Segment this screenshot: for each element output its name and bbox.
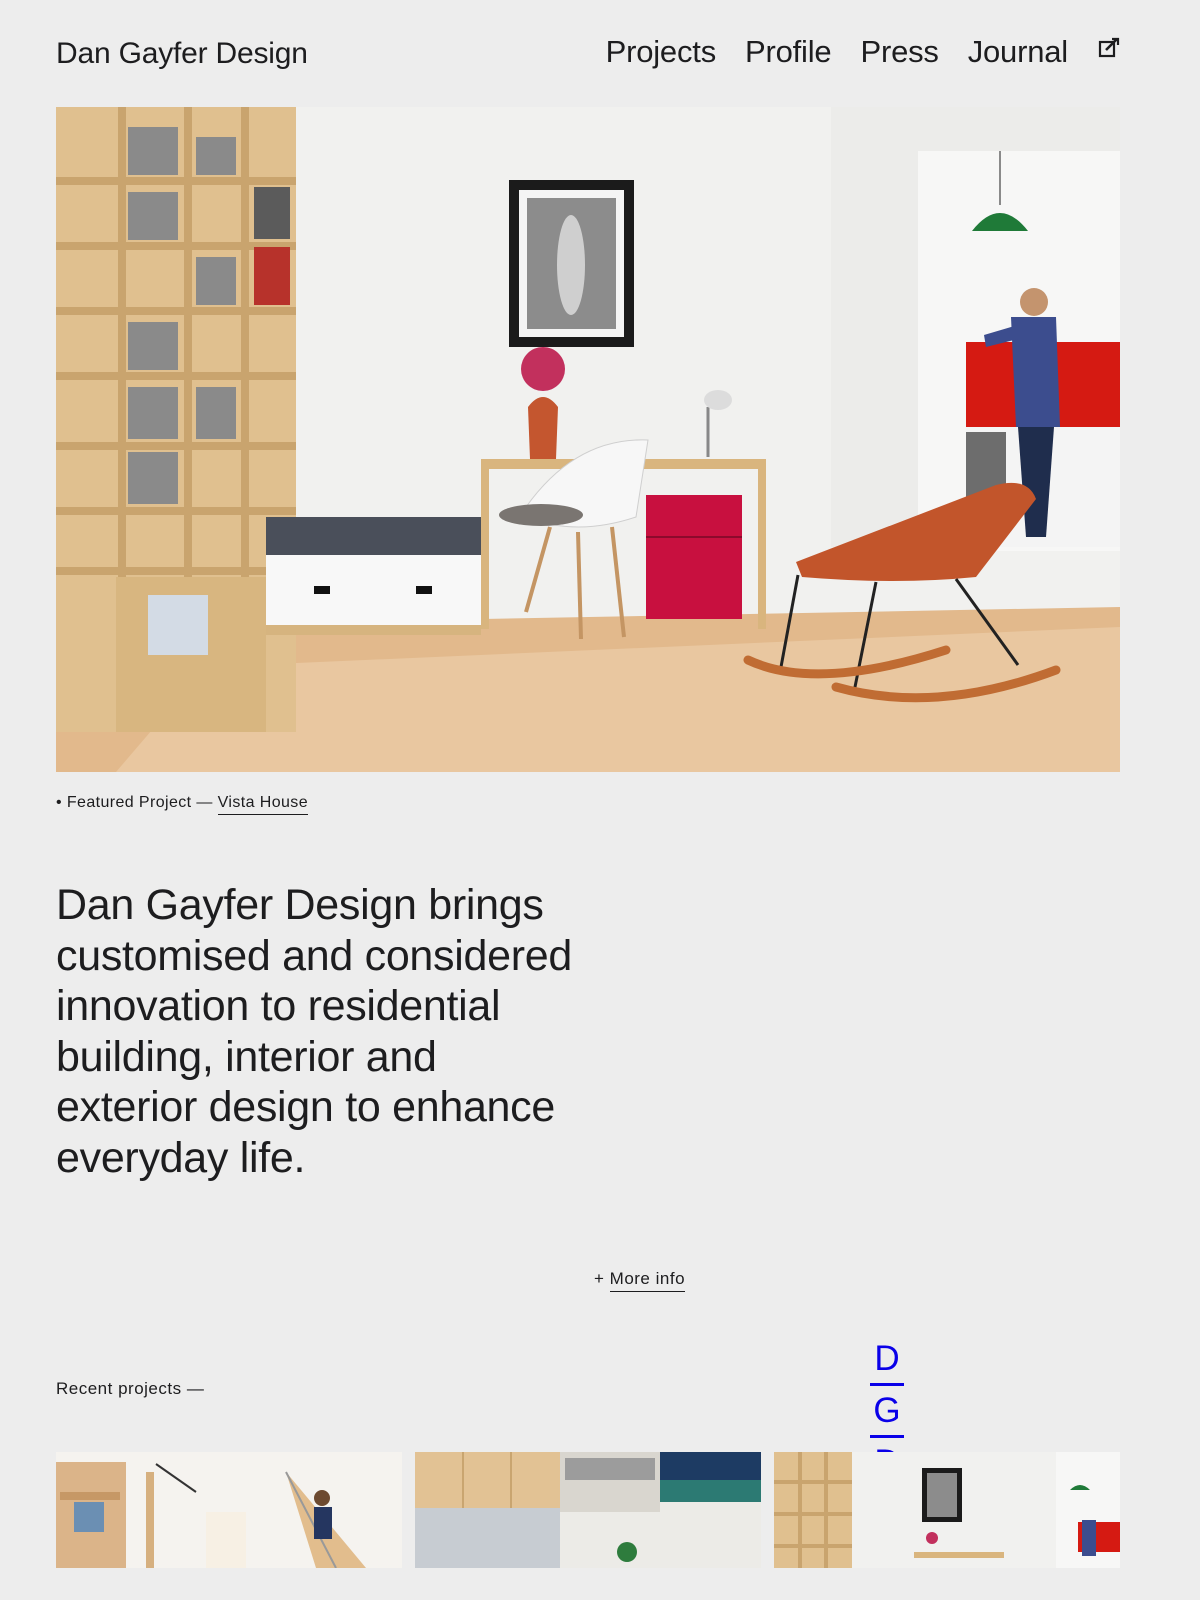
recent-projects-label: Recent projects — [56, 1379, 205, 1398]
intro-statement: Dan Gayfer Design brings customised and … [56, 881, 572, 1182]
nav-profile[interactable]: Profile [745, 34, 832, 70]
site-header: Dan Gayfer Design Projects Profile Press… [56, 34, 1120, 76]
project-thumbnail[interactable] [56, 1452, 402, 1568]
hero-image[interactable] [56, 107, 1120, 772]
nav-projects[interactable]: Projects [606, 34, 717, 70]
more-info-link[interactable]: More info [609, 1269, 686, 1292]
site-logo-link[interactable]: Dan Gayfer Design [56, 37, 308, 71]
project-thumbnail[interactable] [415, 1452, 761, 1568]
monogram-letter: D [874, 1339, 900, 1378]
nav-journal[interactable]: Journal [968, 34, 1068, 70]
recent-projects-grid [56, 1452, 1120, 1568]
featured-caption: • Featured Project — Vista House [56, 794, 309, 815]
monogram-letter: G [873, 1391, 901, 1430]
nav-press[interactable]: Press [860, 34, 938, 70]
project-thumbnail[interactable] [774, 1452, 1120, 1568]
more-info: + More info [594, 1269, 686, 1292]
external-link-icon[interactable] [1098, 37, 1120, 59]
featured-label: • Featured Project — [56, 794, 218, 811]
featured-project-link[interactable]: Vista House [217, 794, 309, 815]
more-info-plus: + [594, 1269, 610, 1288]
main-nav: Projects Profile Press Journal [577, 34, 1120, 70]
